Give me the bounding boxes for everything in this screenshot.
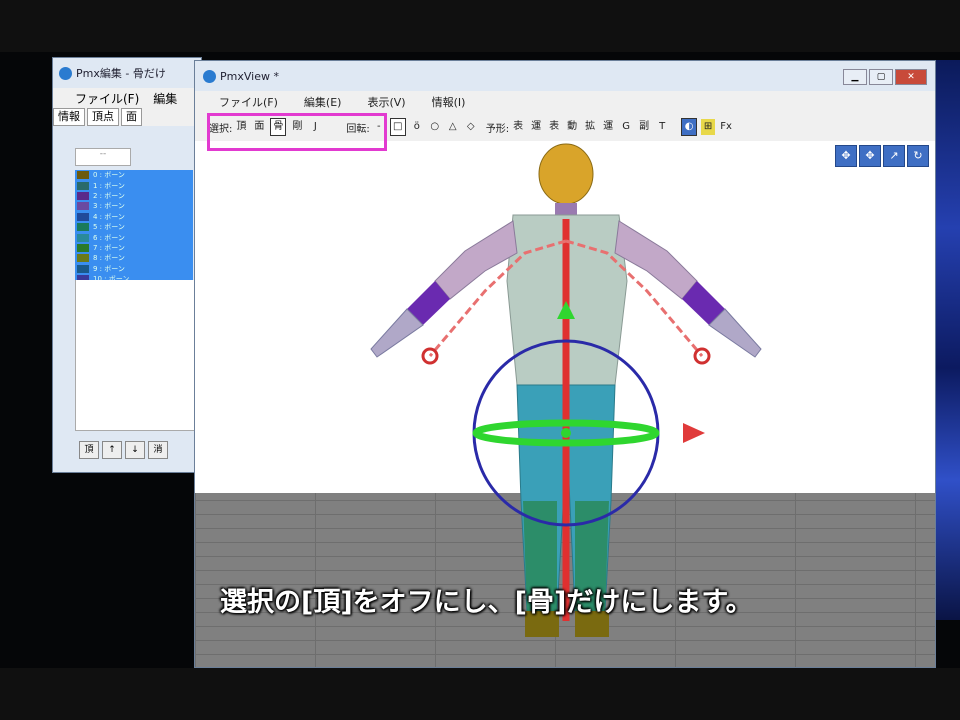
shading-toggle[interactable]: ◐ xyxy=(681,118,698,136)
pan-view-icon[interactable]: ✥ xyxy=(859,145,881,167)
list-item[interactable]: 4 : ボーン xyxy=(75,212,193,222)
list-item[interactable]: 2 : ボーン xyxy=(75,191,193,201)
maximize-button[interactable]: ▢ xyxy=(869,69,893,85)
gizmo-center[interactable] xyxy=(561,428,571,438)
editor-tabs: 情報 頂点 面 xyxy=(53,108,201,126)
list-item[interactable]: 9 : ボーン xyxy=(75,264,193,274)
pmx-view-window[interactable]: PmxView * ▁ ▢ ✕ ファイル(F) 編集(E) 表示(V) 情報(I… xyxy=(194,60,936,668)
subtitle-caption: 選択の[頂]をオフにし、[骨]だけにします。 xyxy=(220,587,753,618)
mode-button[interactable]: ö xyxy=(410,119,424,135)
mode-button[interactable]: △ xyxy=(446,119,460,135)
move-view-icon[interactable]: ✥ xyxy=(835,145,857,167)
grid-toggle[interactable]: ⊞ xyxy=(701,119,716,135)
morph-button[interactable]: 動 xyxy=(565,119,579,135)
tab-vertex[interactable]: 頂点 xyxy=(87,108,119,126)
morph-button[interactable]: 運 xyxy=(529,119,543,135)
editor-menubar: ファイル(F) 編集 xyxy=(53,88,201,108)
morph-button[interactable]: 表 xyxy=(511,119,525,135)
morph-button[interactable]: 拡 xyxy=(583,119,597,135)
app-icon xyxy=(203,69,216,83)
list-buttons: 頂 ↑ ↓ 消 xyxy=(79,441,168,459)
morph-button[interactable]: 運 xyxy=(601,119,615,135)
list-item[interactable]: 1 : ボーン xyxy=(75,180,193,190)
add-button[interactable]: 頂 xyxy=(79,441,99,459)
morph-button[interactable]: 副 xyxy=(637,119,651,135)
viewport-controls: ✥ ✥ ↗ ↻ xyxy=(835,145,929,167)
tab-face[interactable]: 面 xyxy=(121,108,142,126)
mode-button[interactable]: ○ xyxy=(428,119,442,135)
menu-edit[interactable]: 編集(E) xyxy=(304,94,342,110)
menu-edit[interactable]: 編集 xyxy=(153,90,177,107)
rotate-view-icon[interactable]: ↻ xyxy=(907,145,929,167)
list-item[interactable]: 6 : ボーン xyxy=(75,232,193,242)
model-left-upper-arm xyxy=(434,220,518,300)
gizmo-x-arrow[interactable] xyxy=(683,423,705,443)
editor-title: Pmx編集 - 骨だけ xyxy=(76,67,166,80)
view-title: PmxView * xyxy=(220,69,279,83)
morph-button[interactable]: G xyxy=(619,119,633,135)
list-item[interactable]: 7 : ボーン xyxy=(75,243,193,253)
select-highlight-box xyxy=(207,113,387,151)
letterbox-bottom xyxy=(0,668,960,720)
app-icon xyxy=(59,66,72,80)
morph-label: 予形: xyxy=(485,123,510,135)
effect-toggle[interactable]: Fx xyxy=(719,119,733,135)
view-titlebar[interactable]: PmxView * xyxy=(195,61,935,91)
list-item[interactable]: 8 : ボーン xyxy=(75,253,193,263)
menu-file[interactable]: ファイル(F) xyxy=(75,90,139,107)
morph-button[interactable]: T xyxy=(655,119,669,135)
tab-info[interactable]: 情報 xyxy=(53,108,85,126)
list-item[interactable]: 3 : ボーン xyxy=(75,201,193,211)
model-right-upper-arm xyxy=(614,220,698,300)
pmx-editor-window[interactable]: Pmx編集 - 骨だけ ファイル(F) 編集 情報 頂点 面 -- 0 : ボー… xyxy=(52,57,202,473)
mode-button[interactable]: ◇ xyxy=(464,119,478,135)
move-up-button[interactable]: ↑ xyxy=(102,441,122,459)
editor-titlebar[interactable]: Pmx編集 - 骨だけ xyxy=(53,58,201,88)
mode-button[interactable]: □ xyxy=(389,118,406,136)
menu-info[interactable]: 情報(I) xyxy=(432,94,466,110)
menu-file[interactable]: ファイル(F) xyxy=(219,94,278,110)
minimize-button[interactable]: ▁ xyxy=(843,69,867,85)
list-item[interactable]: 5 : ボーン xyxy=(75,222,193,232)
bone-list[interactable]: 0 : ボーン 1 : ボーン 2 : ボーン 3 : ボーン 4 : ボーン … xyxy=(75,170,193,284)
letterbox-top xyxy=(0,0,960,52)
model-head xyxy=(538,143,594,205)
filter-combo[interactable]: -- xyxy=(75,148,131,166)
view-menubar: ファイル(F) 編集(E) 表示(V) 情報(I) xyxy=(195,91,935,113)
close-button[interactable]: ✕ xyxy=(895,69,927,85)
window-controls: ▁ ▢ ✕ xyxy=(843,69,927,85)
menu-view[interactable]: 表示(V) xyxy=(367,94,405,110)
morph-button[interactable]: 表 xyxy=(547,119,561,135)
zoom-view-icon[interactable]: ↗ xyxy=(883,145,905,167)
list-item[interactable]: 0 : ボーン xyxy=(75,170,193,180)
list-empty-area xyxy=(75,280,195,431)
move-down-button[interactable]: ↓ xyxy=(125,441,145,459)
delete-button[interactable]: 消 xyxy=(148,441,168,459)
